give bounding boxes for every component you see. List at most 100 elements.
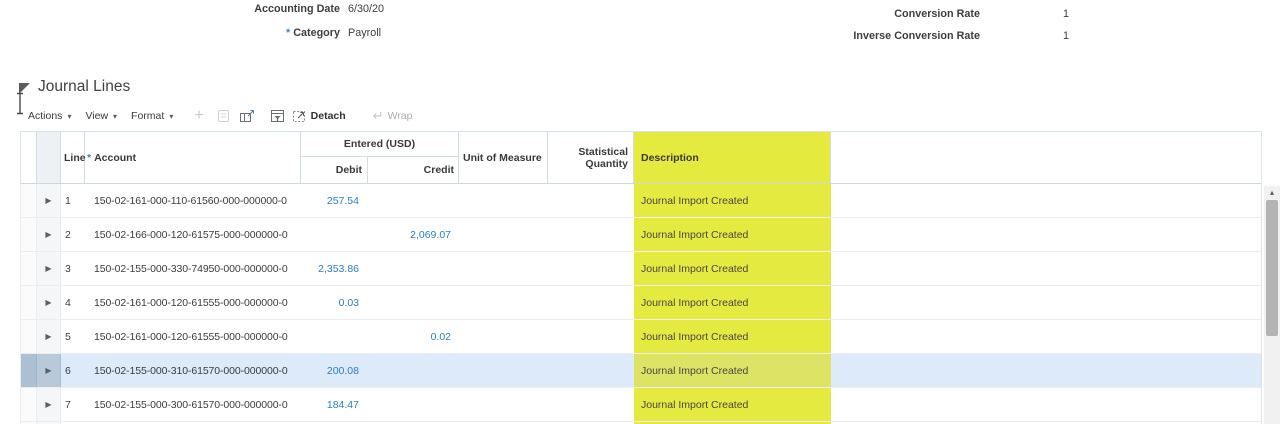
cell-unit-of-measure [459,354,548,387]
cell-line: 3 [65,262,71,275]
cell-statistical-quantity [548,388,634,421]
expand-cell[interactable]: ▶ [37,388,61,421]
cell-account: 150-02-155-000-300-61570-000-000000-0 [94,398,288,411]
cell-debit: 200.08 [326,364,359,377]
cell-line: 6 [65,364,71,377]
table-row[interactable]: ▶ 4 150-02-161-000-120-61555-000-000000-… [21,286,1261,320]
detach-label: Detach [310,110,346,122]
actions-menu[interactable]: Actions ▾ [28,110,71,122]
expand-row-icon: ▶ [45,366,52,375]
add-row-icon[interactable]: + [194,108,203,124]
expand-row-icon: ▶ [45,196,52,205]
wrap-button[interactable]: ↵ Wrap [373,108,413,124]
cell-statistical-quantity [548,320,634,353]
duplicate-icon[interactable] [217,109,230,123]
column-header-line[interactable]: Line [61,132,86,183]
cell-account: 150-02-166-000-120-61575-000-000000-0 [94,228,288,241]
wrap-icon: ↵ [372,108,384,123]
format-menu[interactable]: Format ▾ [131,110,173,122]
expand-cell[interactable]: ▶ [37,354,61,387]
freeze-icon[interactable] [239,109,256,123]
expand-cell[interactable]: ▶ [37,218,61,251]
expand-cell[interactable]: ▶ [37,320,61,353]
table-row[interactable]: ▶ 2 150-02-166-000-120-61575-000-000000-… [21,218,1261,252]
detach-button[interactable]: Detach [292,109,346,123]
cell-debit [301,218,368,251]
category-label: * Category [285,27,340,39]
expand-row-icon: ▶ [45,264,52,273]
header-row-selector [21,132,37,183]
row-selector-cell[interactable] [21,184,37,217]
cell-unit-of-measure [459,286,548,319]
text-cursor [17,92,23,115]
required-asterisk: * [87,151,92,164]
cell-description: Journal Import Created [634,286,831,319]
query-by-example-icon[interactable] [270,109,285,123]
journal-lines-toolbar: Actions ▾ View ▾ Format ▾ + Detach ↵ Wra… [28,106,413,126]
journal-lines-table: Line * Account Entered (USD) Debit Credit… [20,131,1262,424]
row-selector-cell[interactable] [21,354,37,387]
conversion-rate-value: 1 [1063,8,1070,20]
table-row[interactable]: ▶ 3 150-02-155-000-330-74950-000-000000-… [21,252,1261,286]
vertical-scrollbar[interactable]: ▴ [1264,186,1280,424]
cell-unit-of-measure [459,218,548,251]
cell-account: 150-02-161-000-120-61555-000-000000-0 [94,296,288,309]
chevron-down-icon: ▾ [67,112,72,121]
row-selector-cell[interactable] [21,388,37,421]
column-header-debit[interactable]: Debit [301,157,368,183]
cell-credit [368,184,459,217]
cell-description: Journal Import Created [634,252,831,285]
expand-row-icon: ▶ [45,332,52,341]
row-selector-cell[interactable] [21,252,37,285]
column-header-description[interactable]: Description [634,132,831,183]
view-menu[interactable]: View ▾ [85,110,117,122]
cell-statistical-quantity [548,218,634,251]
cell-statistical-quantity [548,286,634,319]
table-row-selected[interactable]: ▶ 6 150-02-155-000-310-61570-000-000000-… [21,354,1261,388]
cell-line: 4 [65,296,71,309]
column-header-account[interactable]: * Account [85,132,301,183]
chevron-down-icon: ▾ [113,112,118,121]
cell-account: 150-02-155-000-310-61570-000-000000-0 [94,364,288,377]
cell-credit: 0.02 [430,330,451,343]
inverse-conversion-rate-value: 1 [1063,30,1070,42]
cell-debit [301,320,368,353]
journal-lines-section-header: Journal Lines [18,78,130,96]
table-body: ▶ 1 150-02-161-000-110-61560-000-000000-… [20,184,1261,424]
cell-statistical-quantity [548,184,634,217]
cell-description: Journal Import Created [634,388,831,421]
cell-unit-of-measure [459,320,548,353]
accounting-date-value: 6/30/20 [348,3,385,15]
row-selector-cell[interactable] [21,286,37,319]
required-asterisk: * [285,27,291,39]
cell-description: Journal Import Created [634,184,831,217]
expand-cell[interactable]: ▶ [37,184,61,217]
expand-cell[interactable]: ▶ [37,252,61,285]
cell-credit [368,354,459,387]
table-header-row: Line * Account Entered (USD) Debit Credit… [20,131,1261,184]
cell-line: 5 [65,330,71,343]
accounting-date-label: Accounting Date [254,3,340,15]
cell-line: 2 [65,228,71,241]
table-row[interactable]: ▶ 1 150-02-161-000-110-61560-000-000000-… [21,184,1261,218]
column-header-credit[interactable]: Credit [368,157,459,183]
row-selector-cell[interactable] [21,320,37,353]
cell-line: 1 [65,194,71,207]
cell-account: 150-02-161-000-120-61555-000-000000-0 [94,330,288,343]
detach-icon [292,111,305,122]
column-header-entered-usd[interactable]: Entered (USD) [301,132,458,157]
scrollbar-thumb[interactable] [1266,200,1278,336]
category-value: Payroll [348,27,382,39]
conversion-rate-label: Conversion Rate [894,8,980,20]
column-header-unit-of-measure[interactable]: Unit of Measure [459,132,548,183]
cell-debit: 257.54 [326,194,359,207]
expand-cell[interactable]: ▶ [37,286,61,319]
table-row[interactable]: ▶ 5 150-02-161-000-120-61555-000-000000-… [21,320,1261,354]
cell-credit [368,252,459,285]
table-row[interactable]: ▶ 7 150-02-155-000-300-61570-000-000000-… [21,388,1261,422]
row-selector-cell[interactable] [21,218,37,251]
column-header-statistical-quantity[interactable]: Statistical Quantity [548,132,634,183]
cell-account: 150-02-155-000-330-74950-000-000000-0 [94,262,288,275]
scroll-up-icon[interactable]: ▴ [1264,186,1280,199]
cell-credit [368,388,459,421]
